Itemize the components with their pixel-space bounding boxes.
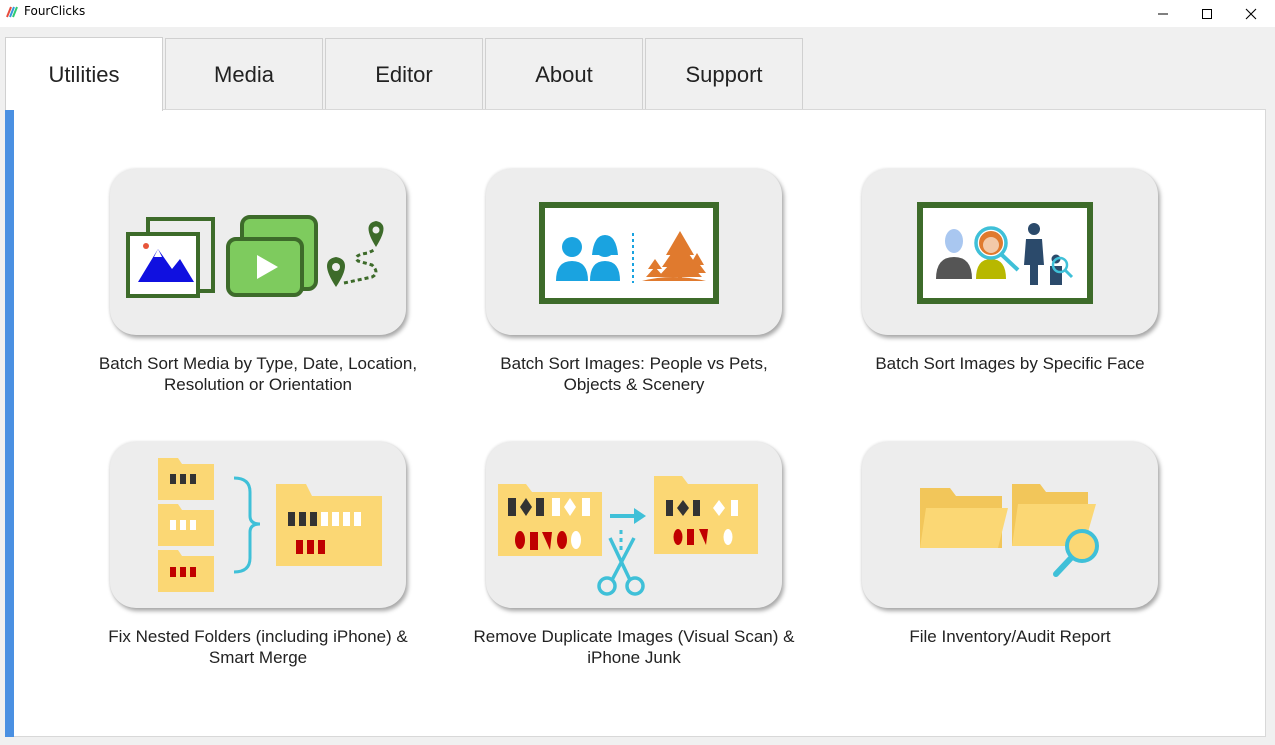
people-vs-pets-caption: Batch Sort Images: People vs Pets, Objec… [444, 353, 824, 395]
caption-line: Remove Duplicate Images (Visual Scan) & [473, 627, 795, 646]
caption-line: File Inventory/Audit Report [909, 627, 1111, 646]
folder-search-icon [920, 484, 1099, 577]
tab-media[interactable]: Media [165, 38, 323, 110]
specific-face-caption: Batch Sort Images by Specific Face [820, 353, 1200, 374]
caption-line: Batch Sort Images: People vs Pets, [500, 354, 768, 373]
close-button[interactable] [1228, 0, 1274, 27]
caption-line: Batch Sort Images by Specific Face [875, 354, 1145, 373]
caption-line: iPhone Junk [587, 648, 681, 667]
minimize-icon [1158, 13, 1168, 14]
tab-editor[interactable]: Editor [325, 38, 483, 110]
maximize-button[interactable] [1184, 0, 1230, 27]
nested-folders-button[interactable] [110, 442, 406, 608]
tab-support[interactable]: Support [645, 38, 803, 110]
media-sort-icon [126, 215, 384, 298]
window-bottom-edge [0, 737, 1275, 745]
tab-about[interactable]: About [485, 38, 643, 110]
nested-folders-icon [158, 458, 382, 592]
caption-line: Objects & Scenery [563, 375, 705, 394]
duplicate-scissors-icon [498, 476, 758, 596]
face-search-icon [917, 202, 1093, 304]
caption-line: Resolution or Orientation [163, 375, 353, 394]
remove-duplicates-button[interactable] [486, 442, 782, 608]
remove-duplicates-caption: Remove Duplicate Images (Visual Scan) & … [444, 626, 824, 668]
caption-line: Batch Sort Media by Type, Date, Location… [98, 354, 418, 373]
people-scenery-icon [539, 202, 719, 304]
specific-face-button[interactable] [862, 169, 1158, 335]
batch-sort-media-button[interactable] [110, 169, 406, 335]
window-title: FourClicks [24, 4, 86, 18]
file-inventory-button[interactable] [862, 442, 1158, 608]
title-bar: FourClicks [0, 0, 1275, 27]
maximize-icon [1202, 8, 1212, 19]
app-logo-icon [6, 6, 18, 18]
minimize-button[interactable] [1140, 0, 1186, 27]
panel-accent-bar [5, 110, 14, 737]
caption-line: Fix Nested Folders (including iPhone) & [108, 627, 408, 646]
close-icon [1245, 8, 1257, 19]
tab-utilities[interactable]: Utilities [5, 37, 163, 111]
batch-sort-media-caption: Batch Sort Media by Type, Date, Location… [68, 353, 448, 395]
nested-folders-caption: Fix Nested Folders (including iPhone) & … [68, 626, 448, 668]
caption-line: Smart Merge [208, 648, 308, 667]
people-vs-pets-button[interactable] [486, 169, 782, 335]
file-inventory-caption: File Inventory/Audit Report [820, 626, 1200, 647]
